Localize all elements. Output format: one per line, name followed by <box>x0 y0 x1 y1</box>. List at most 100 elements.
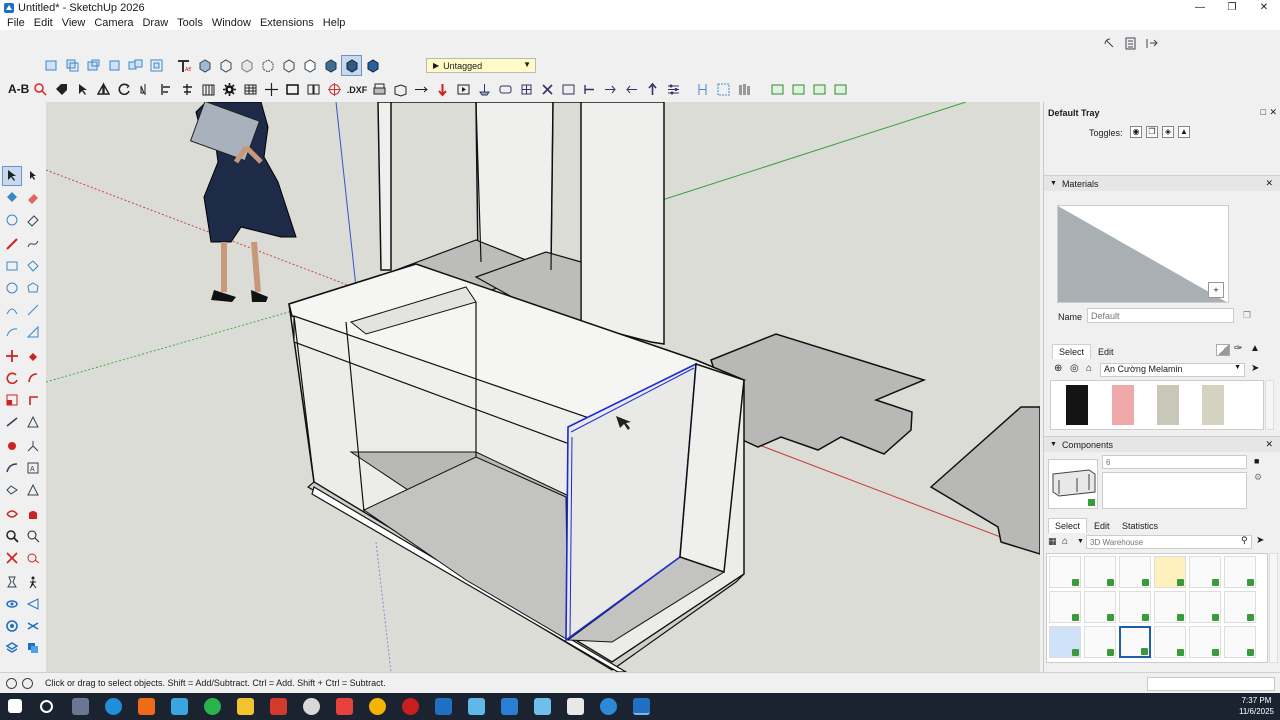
tag-dropdown[interactable]: ▶ Untagged ▼ <box>426 58 536 73</box>
component-thumb[interactable] <box>1119 556 1151 588</box>
search-icon[interactable] <box>31 80 50 99</box>
section-fill-icon[interactable] <box>24 481 42 499</box>
shaded-textures-style-icon[interactable] <box>341 55 362 76</box>
rectangle-icon[interactable] <box>283 80 302 99</box>
bracket-tool-icon[interactable] <box>580 80 599 99</box>
cabinet-icon[interactable] <box>199 80 218 99</box>
ab-label[interactable]: A-B <box>8 82 29 96</box>
play-icon[interactable] <box>454 80 473 99</box>
bucket-icon[interactable]: ▲ <box>1250 343 1260 354</box>
swatch-black[interactable] <box>1066 385 1088 425</box>
tag-icon[interactable] <box>52 80 71 99</box>
layout-icon[interactable] <box>534 698 551 715</box>
offset-tool-icon[interactable] <box>24 391 42 409</box>
zoom-tool-icon[interactable] <box>3 527 21 545</box>
zoom-window-icon[interactable] <box>24 527 42 545</box>
arrow-in-icon[interactable] <box>622 80 641 99</box>
home-icon[interactable]: ⌂ <box>1086 363 1092 374</box>
component-thumb-selected[interactable] <box>1119 626 1151 658</box>
group-icon[interactable] <box>84 56 103 75</box>
swatch-cream[interactable] <box>1202 385 1224 425</box>
arrow-out-icon[interactable] <box>601 80 620 99</box>
eye-toggle-icon[interactable]: ◉ <box>1130 126 1142 138</box>
menu-tools[interactable]: Tools <box>177 17 203 29</box>
component-thumb[interactable] <box>1224 626 1256 658</box>
circle-tool-icon[interactable] <box>3 279 21 297</box>
components-tab-statistics[interactable]: Statistics <box>1116 519 1164 533</box>
mirror-icon[interactable] <box>136 80 155 99</box>
section-display-icon[interactable] <box>24 595 42 613</box>
modeling-viewport[interactable] <box>46 102 1040 672</box>
rotate-icon[interactable] <box>115 80 134 99</box>
pie-tool-icon[interactable] <box>24 323 42 341</box>
component-thumb[interactable] <box>1119 591 1151 623</box>
search-icon[interactable] <box>40 700 53 713</box>
component-thumb[interactable] <box>1084 591 1116 623</box>
warehouse-search-input[interactable] <box>1086 535 1252 549</box>
menu-edit[interactable]: Edit <box>34 17 53 29</box>
components-scrollbar[interactable] <box>1269 553 1278 663</box>
wireframe-style-icon[interactable] <box>279 56 298 75</box>
zoom-extents-icon[interactable] <box>3 549 21 567</box>
details-arrow-icon[interactable]: ➤ <box>1256 535 1264 546</box>
component-thumb[interactable] <box>1154 591 1186 623</box>
component-thumb[interactable] <box>1189 626 1221 658</box>
geo-location-icon[interactable] <box>6 677 17 689</box>
down-arrow-icon[interactable] <box>433 80 452 99</box>
sandbox-icon[interactable] <box>3 617 21 635</box>
paint-toggle-icon[interactable]: ◈ <box>1162 126 1174 138</box>
word-icon[interactable] <box>501 698 518 715</box>
telegram-icon[interactable] <box>600 698 617 715</box>
move-tool-icon[interactable] <box>3 347 21 365</box>
make-unique-icon[interactable] <box>126 56 145 75</box>
view-options-icon[interactable]: ▦ <box>1048 536 1057 547</box>
swatch-beige[interactable] <box>1157 385 1179 425</box>
rotated-rectangle-icon[interactable] <box>24 257 42 275</box>
dim-tool-2-icon[interactable] <box>714 80 733 99</box>
materials-panel-header[interactable]: ▼ Materials ✕ <box>1044 175 1280 191</box>
up-arrow-icon[interactable] <box>643 80 662 99</box>
component-description[interactable] <box>1102 472 1247 509</box>
component-name-input[interactable] <box>1102 455 1247 469</box>
component-thumb[interactable] <box>1189 556 1221 588</box>
component-thumb[interactable] <box>1049 626 1081 658</box>
clock[interactable]: 7:37 PM 11/6/2025 <box>1239 695 1274 717</box>
chevron-down-icon[interactable]: ▼ <box>1077 538 1084 545</box>
section-plane-icon[interactable] <box>3 481 21 499</box>
drill-icon[interactable] <box>475 80 494 99</box>
abf-icon[interactable]: ABF <box>174 56 193 75</box>
push-pull-icon[interactable] <box>24 347 42 365</box>
task-view-icon[interactable] <box>72 698 89 715</box>
chrome-icon[interactable] <box>369 698 386 715</box>
freehand-icon[interactable] <box>24 235 42 253</box>
floor-plate-2[interactable] <box>929 406 1040 555</box>
notes-icon[interactable] <box>468 698 485 715</box>
menu-draw[interactable]: Draw <box>142 17 168 29</box>
pdf-icon[interactable] <box>270 698 287 715</box>
box-view-2-icon[interactable] <box>216 56 235 75</box>
record-icon[interactable] <box>402 698 419 715</box>
tray-close-icon[interactable]: ✕ <box>1269 107 1277 118</box>
menu-view[interactable]: View <box>62 17 86 29</box>
details-arrow-icon[interactable]: ➤ <box>1251 363 1259 374</box>
dimension-icon[interactable] <box>24 413 42 431</box>
export-icon[interactable] <box>1142 34 1161 53</box>
grid-hinge-icon[interactable] <box>517 80 536 99</box>
menu-file[interactable]: File <box>7 17 25 29</box>
hinge-icon[interactable] <box>496 80 515 99</box>
search-app-icon[interactable] <box>138 698 155 715</box>
follow-me-icon[interactable] <box>24 369 42 387</box>
create-material-icon[interactable]: + <box>1208 282 1224 298</box>
paint-bucket-icon[interactable] <box>3 189 21 207</box>
eyedropper-icon[interactable]: ✑ <box>1234 343 1242 354</box>
scale-tool-icon[interactable] <box>3 391 21 409</box>
orbit-tool-icon[interactable] <box>3 505 21 523</box>
arc-tool-icon[interactable] <box>3 301 21 319</box>
eraser-icon[interactable] <box>24 189 42 207</box>
nested-icon[interactable] <box>147 56 166 75</box>
lock-icon[interactable]: ■ <box>1254 456 1259 466</box>
rectangle-tool-icon[interactable] <box>3 257 21 275</box>
info-icon[interactable] <box>22 677 33 689</box>
green-export-1-icon[interactable] <box>768 80 787 99</box>
align-center-icon[interactable] <box>178 80 197 99</box>
